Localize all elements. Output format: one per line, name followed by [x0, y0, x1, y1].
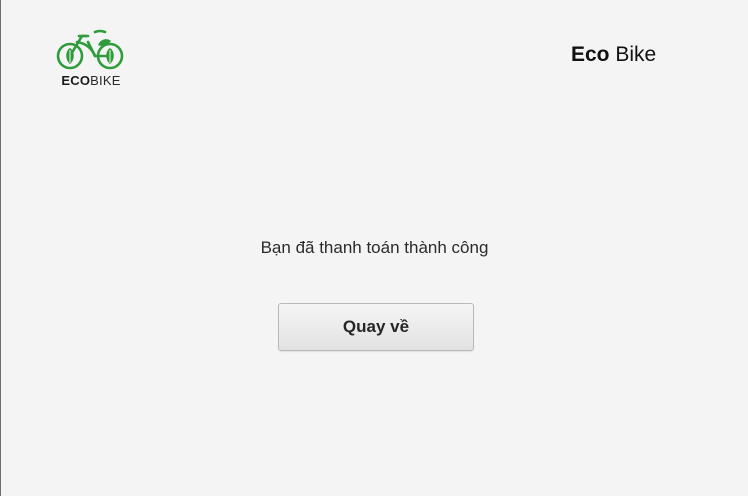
ecobike-logo: ECOBIKE	[53, 28, 129, 90]
brand-title: Eco Bike	[571, 43, 656, 67]
back-button[interactable]: Quay về	[278, 303, 474, 351]
brand-title-regular: Bike	[609, 43, 657, 66]
payment-success-message: Bạn đã thanh toán thành công	[260, 238, 489, 257]
logo-wordmark: ECOBIKE	[53, 73, 129, 88]
logo-text-eco: ECO	[61, 73, 91, 88]
logo-text-bike: BIKE	[90, 73, 121, 88]
payment-success-window: ECOBIKE Eco Bike Bạn đã thanh toán thành…	[0, 0, 747, 496]
bicycle-leaf-icon	[56, 29, 124, 70]
brand-title-bold: Eco	[571, 43, 610, 66]
